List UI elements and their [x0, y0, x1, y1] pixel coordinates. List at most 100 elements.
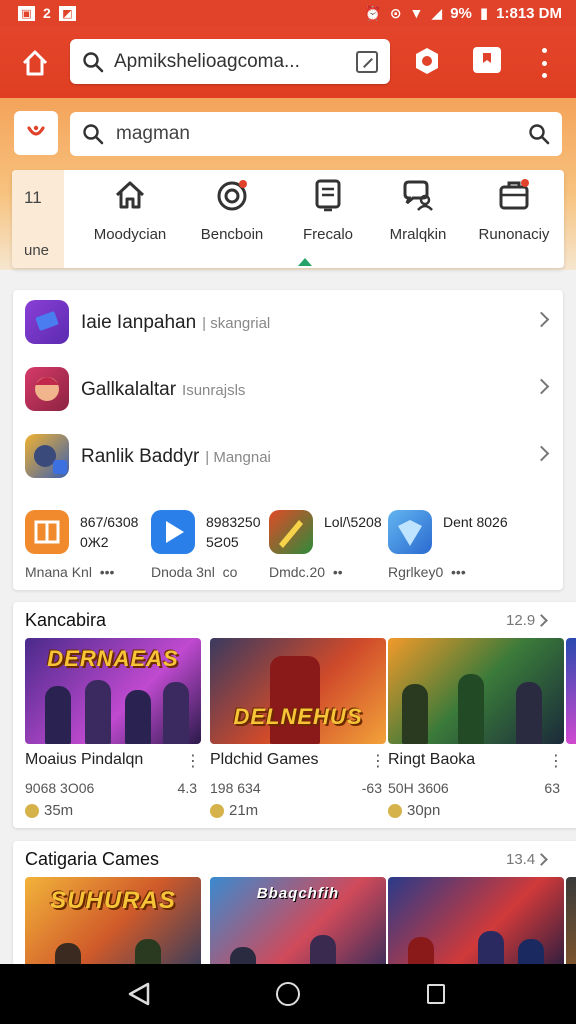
chevron-right-icon [533, 445, 550, 462]
category-side-tab[interactable]: 11 une [12, 170, 64, 268]
list-item[interactable]: Gallkalaltar Isunrajsls [13, 357, 563, 421]
game-card-partial[interactable] [566, 638, 576, 744]
game-subtitle: 9068 3O06 [25, 780, 95, 796]
game-title: Moaius Pindalqn [25, 751, 144, 768]
list-item-title: Ranlik Baddyr [81, 446, 200, 467]
more-options-icon[interactable]: ⋮ [548, 751, 564, 771]
category-item-1[interactable]: Moodycian [80, 178, 180, 266]
mini-app-line2: 5Ƨ05 [206, 534, 239, 550]
briefcase-icon [499, 179, 529, 210]
app-search-input[interactable]: magman [70, 112, 562, 156]
edit-url-icon[interactable] [356, 50, 378, 73]
game-rating: 63 [544, 780, 560, 796]
game-card[interactable]: Ringt Baoka ⋮ 50H 3606 63 30pn [388, 638, 564, 819]
notification-count: 2 [43, 5, 51, 21]
home-button-icon[interactable] [276, 982, 300, 1006]
mini-app-item[interactable]: 8983250 5Ƨ05 Dnoda 3nl co [151, 506, 269, 586]
store-logo-icon [27, 125, 45, 136]
game-subtitle: 198 634 [210, 780, 261, 796]
browser-toolbar: Apmikshelioagcoma... [0, 26, 576, 98]
list-item-title: Iaie Ianpahan [81, 312, 197, 333]
section-count: 13.4 [506, 851, 536, 868]
mini-app-footer: Mnana Knl [25, 564, 92, 580]
category-item-5[interactable]: Runonaciy [464, 178, 564, 266]
section-count: 12.9 [506, 612, 536, 629]
game-card[interactable]: DELNEHUS Pldchid Games ⋮ 198 634 -63 21m [210, 638, 386, 819]
store-header: magman 11 une Moodycian Bencboin Frecalo… [0, 98, 576, 270]
featured-list-card: Iaie Ianpahan | skangrial Gallkalaltar Isu… [13, 290, 563, 590]
category-bar: 11 une Moodycian Bencboin Frecalo Mralqk… [12, 170, 564, 268]
image-notification-icon: ◩ [58, 5, 76, 21]
clock: 1:813 DM [496, 4, 562, 22]
store-logo[interactable] [14, 111, 58, 155]
game-art-title: Bbaqchfih [256, 885, 340, 902]
url-text: Apmikshelioagcoma... [114, 50, 300, 72]
search-submit-icon[interactable] [528, 123, 550, 145]
game-rating: 4.3 [177, 780, 197, 796]
mini-app-line2: 0Ж2 [80, 534, 109, 550]
app-icon-shards [269, 510, 313, 554]
section-see-all[interactable]: 12.9 [506, 612, 549, 629]
chat-person-icon [403, 180, 433, 211]
list-item[interactable]: Ranlik Baddyr | Mangnai [13, 424, 563, 488]
overflow-menu-icon[interactable] [540, 48, 548, 78]
game-section: Kancabira 12.9 DERNAEAS Moaius Pindalqn … [13, 602, 576, 828]
mini-app-line1: Lol/\5208 [324, 514, 382, 530]
game-artwork: DERNAEAS [25, 638, 201, 744]
section-title: Catigaria Cames [25, 849, 160, 869]
chevron-right-icon [535, 614, 549, 627]
app-icon-character [25, 367, 69, 411]
list-item-subtitle: Isunrajsls [182, 382, 246, 399]
game-art-title: SUHURAS [50, 887, 176, 914]
app-icon-window [25, 510, 69, 554]
category-label: Mralqkin [389, 226, 447, 243]
tabs-icon[interactable] [473, 47, 501, 73]
game-subtitle: 50H 3606 [388, 780, 449, 796]
category-side-number: 11 [24, 188, 42, 207]
game-title: Ringt Baoka [388, 751, 476, 768]
coin-icon [388, 803, 402, 818]
extension-icon[interactable] [412, 46, 442, 76]
status-bar: ▣ 2 ◩ ⏰ ⊙ ▼ ◢ 9% ▮ 1:813 DM [0, 0, 576, 26]
mini-app-line1: 8983250 [206, 514, 261, 530]
game-art-title: DERNAEAS [47, 646, 179, 671]
active-category-indicator [298, 258, 312, 266]
category-label: Moodycian [93, 226, 167, 243]
category-side-label: une [24, 242, 50, 259]
back-icon[interactable] [128, 982, 150, 1006]
more-options-icon[interactable]: ⋮ [370, 751, 386, 771]
game-rating: -63 [361, 780, 382, 796]
mini-app-dots: •• [332, 564, 343, 580]
app-icon-play [151, 510, 195, 554]
list-item[interactable]: Iaie Ianpahan | skangrial [13, 290, 563, 354]
category-item-4[interactable]: Mralqkin [368, 178, 468, 266]
document-icon [315, 179, 341, 212]
game-card[interactable]: DERNAEAS Moaius Pindalqn ⋮ 9068 3O06 4.3… [25, 638, 201, 819]
alarm-icon: ⏰ [364, 4, 382, 21]
category-item-2[interactable]: Bencboin [182, 178, 282, 266]
system-nav-bar [0, 964, 576, 1024]
mini-app-footer: Rgrlkey0 [388, 564, 444, 580]
search-icon [83, 124, 104, 145]
section-see-all[interactable]: 13.4 [506, 851, 549, 868]
list-item-subtitle: | Mangnai [205, 449, 271, 466]
mini-app-dots: co [222, 564, 238, 580]
address-bar[interactable]: Apmikshelioagcoma... [70, 39, 390, 84]
coin-icon [210, 803, 224, 818]
mini-app-item[interactable]: Dent 8026 Rgrlkey0 ••• [388, 506, 508, 586]
category-label: Bencboin [200, 226, 264, 243]
more-options-icon[interactable]: ⋮ [185, 751, 201, 771]
mini-app-item[interactable]: Lol/\5208 Dmdc.20 •• [269, 506, 387, 586]
game-artwork [566, 638, 576, 744]
mini-app-dots: ••• [451, 564, 466, 580]
recent-apps-icon[interactable] [427, 984, 445, 1004]
mini-app-dots: ••• [99, 564, 115, 580]
category-item-3[interactable]: Frecalo [278, 178, 378, 266]
coin-icon [25, 803, 39, 818]
mini-app-line1: Dent 8026 [443, 514, 508, 530]
app-icon-hero [25, 434, 69, 478]
list-item-subtitle: | skangrial [202, 315, 271, 332]
home-icon[interactable] [20, 48, 50, 78]
mini-app-item[interactable]: 867/6308 0Ж2 Mnana Knl ••• [25, 506, 143, 586]
game-title: Pldchid Games [210, 751, 319, 768]
